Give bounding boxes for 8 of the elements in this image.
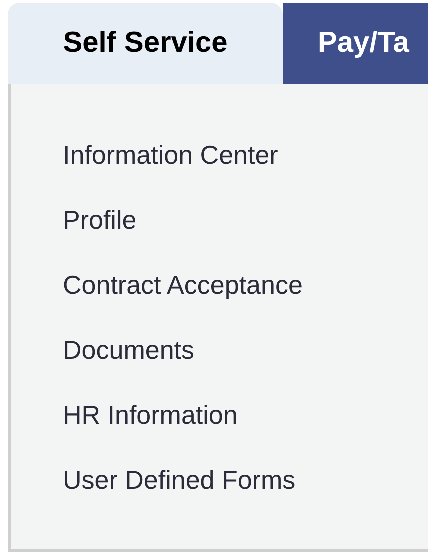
menu-item[interactable]: User Defined Forms [63,461,296,500]
menu-item[interactable]: Profile [63,201,137,240]
menu-item[interactable]: Documents [63,331,194,370]
menu-item[interactable]: Information Center [63,136,278,175]
menu-item[interactable]: Contract Acceptance [63,266,303,305]
menu-tab[interactable]: Pay/Ta [283,3,428,84]
menu-item[interactable]: HR Information [63,396,238,435]
menu-tab[interactable]: Self Service [8,3,283,84]
